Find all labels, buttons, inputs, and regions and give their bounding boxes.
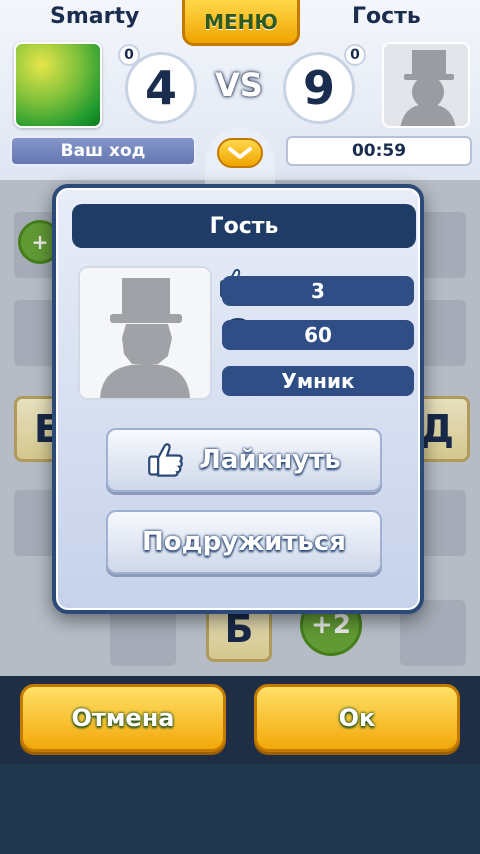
vs-label: VS — [215, 66, 263, 104]
left-small-score: 0 — [118, 44, 140, 66]
dialog-avatar — [78, 266, 212, 400]
menu-button[interactable]: МЕНЮ — [182, 0, 300, 46]
right-small-score: 0 — [344, 44, 366, 66]
right-player-name: Гость — [352, 4, 421, 29]
chevron-down-icon[interactable] — [217, 138, 263, 168]
player-profile-dialog: Гость 3 60 Умник Лайкнуть Подружиться — [52, 184, 424, 614]
player-rank: Умник — [222, 366, 414, 396]
points-count: 60 — [222, 320, 414, 350]
turn-timer: 00:59 — [286, 136, 472, 166]
likes-count: 3 — [222, 276, 414, 306]
left-player-name: Smarty — [50, 4, 140, 29]
like-button[interactable]: Лайкнуть — [106, 428, 382, 492]
like-button-label: Лайкнуть — [199, 445, 341, 475]
ok-button[interactable]: Ок — [254, 684, 460, 752]
thumbs-up-icon — [147, 440, 185, 480]
right-score: 9 — [283, 52, 355, 124]
dialog-title: Гость — [72, 204, 416, 248]
cancel-button[interactable]: Отмена — [20, 684, 226, 752]
footer-background — [0, 764, 480, 854]
left-player-avatar[interactable] — [14, 42, 102, 128]
guest-silhouette-icon — [80, 268, 210, 398]
right-player-avatar[interactable] — [382, 42, 470, 128]
guest-silhouette-icon — [384, 44, 468, 126]
turn-status: Ваш ход — [10, 136, 196, 166]
add-friend-button[interactable]: Подружиться — [106, 510, 382, 574]
